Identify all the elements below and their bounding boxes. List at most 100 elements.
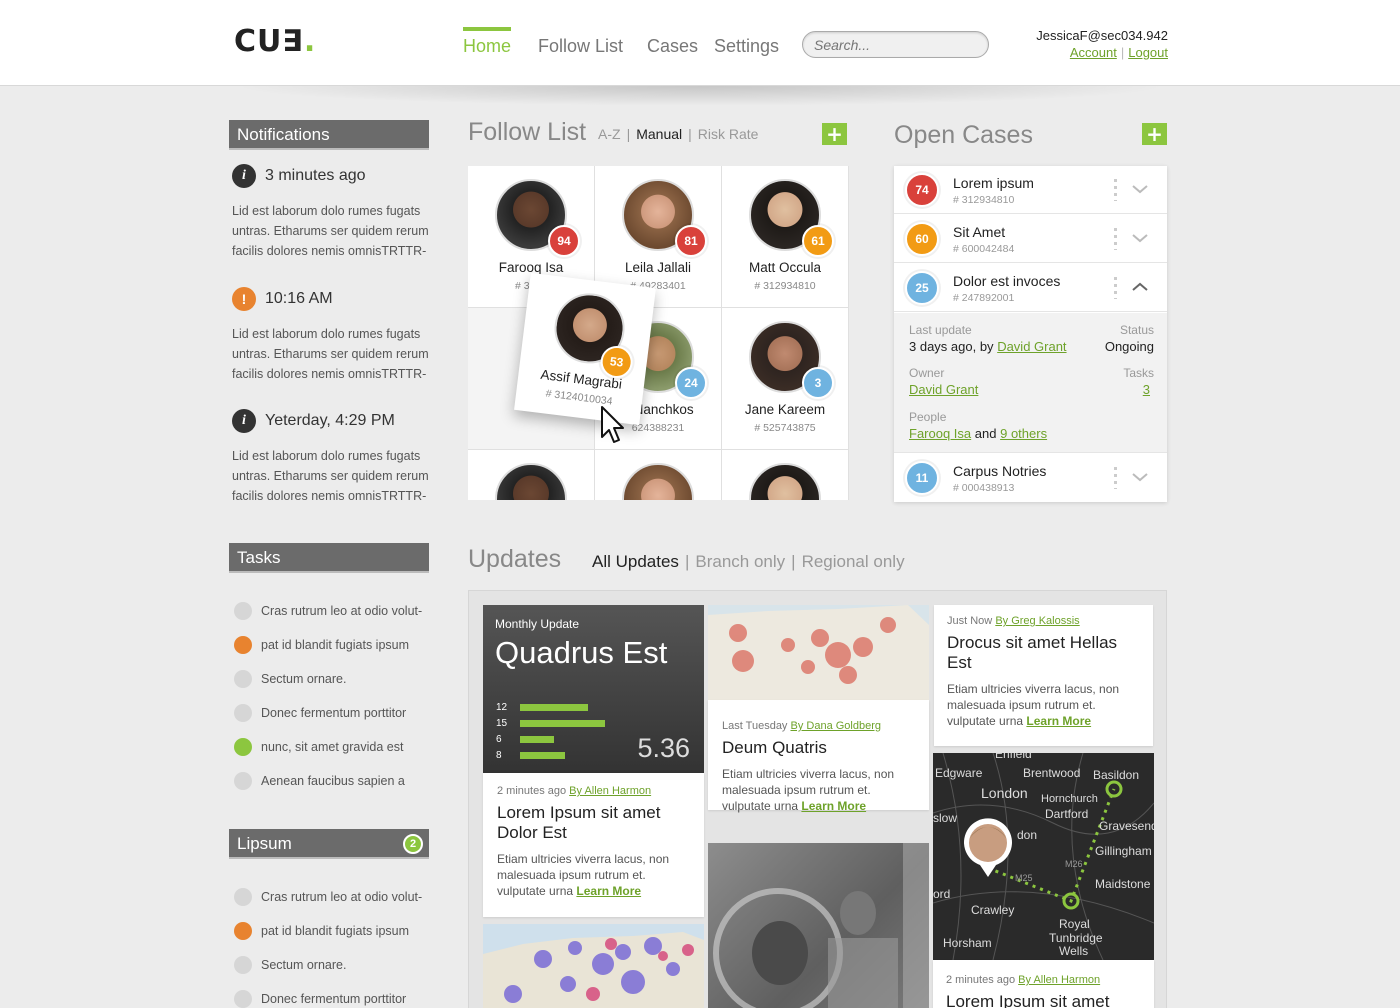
add-follow-button[interactable]: +	[822, 122, 847, 146]
owner-link[interactable]: David Grant	[909, 382, 978, 397]
nav-cases[interactable]: Cases	[647, 36, 698, 57]
notifications-header: Notifications	[229, 120, 429, 150]
top-header: CU∃. Home Follow List Cases Settings Jes…	[0, 0, 1400, 86]
card-title: Drocus sit amet Hellas Est	[947, 633, 1118, 672]
task-item[interactable]: Cras rutrum leo at odio volut-	[234, 602, 422, 620]
sort-manual[interactable]: Manual	[636, 126, 682, 142]
user-email: JessicaF@sec034.942	[1036, 28, 1168, 43]
status-dot	[234, 990, 252, 1008]
filter-branch-only[interactable]: Branch only	[695, 552, 785, 571]
nav-follow-list[interactable]: Follow List	[538, 36, 623, 57]
nav-home[interactable]: Home	[463, 27, 512, 57]
map-label: Dartford	[1045, 807, 1088, 821]
person-card[interactable]: 61 Matt Occula # 312934810	[722, 166, 848, 307]
case-number: # 600042484	[953, 243, 1015, 255]
task-item[interactable]: Donec fermentum porttitor	[234, 704, 406, 722]
route-map-image[interactable]: Edgware Enfield Brentwood Basildon Londo…	[933, 753, 1154, 960]
person-card[interactable]	[722, 450, 848, 500]
bubble-map-image[interactable]	[483, 924, 704, 1008]
task-item[interactable]: nunc, sit amet gravida est	[234, 738, 403, 756]
avatar	[495, 463, 567, 500]
task-item[interactable]: pat id blandit fugiats ipsum	[234, 922, 409, 940]
heat-map-image[interactable]	[708, 605, 929, 700]
filter-all-updates[interactable]: All Updates	[592, 552, 679, 571]
account-link[interactable]: Account	[1070, 45, 1117, 60]
more-options-icon[interactable]	[1114, 228, 1117, 250]
case-row[interactable]: 11 Carpus Notries # 000438913	[894, 454, 1167, 502]
sort-az[interactable]: A-Z	[598, 126, 621, 142]
map-label: Edgware	[935, 766, 983, 780]
filter-regional-only[interactable]: Regional only	[802, 552, 905, 571]
card-meta: 2 minutes ago By Allen Harmon	[497, 785, 652, 797]
author-link[interactable]: By Greg Kalossis	[995, 615, 1079, 627]
person-card[interactable]	[468, 450, 594, 500]
update-card[interactable]: 2 minutes ago By Allen Harmon Lorem Ipsu…	[933, 960, 1154, 1008]
add-case-button[interactable]: +	[1142, 122, 1167, 146]
person-name: Leila Jallali	[624, 260, 692, 275]
status-value: Ongoing	[1104, 339, 1154, 354]
status-dot	[234, 922, 252, 940]
learn-more-link[interactable]: Learn More	[801, 799, 866, 813]
notification-time: i Yeterday, 4:29 PM	[232, 409, 395, 433]
surveillance-image[interactable]	[708, 843, 929, 1008]
person-id: # 312934810	[754, 280, 816, 292]
map-label: Gillingham	[1095, 844, 1152, 858]
case-row-expanded[interactable]: 25 Dolor est invoces # 247892001	[894, 264, 1167, 312]
logo[interactable]: CU∃.	[234, 24, 316, 59]
person-card[interactable]	[595, 450, 721, 500]
sort-risk-rate[interactable]: Risk Rate	[698, 126, 759, 142]
search-input[interactable]	[802, 31, 989, 58]
nav-settings[interactable]: Settings	[714, 36, 779, 57]
map-label: Maidstone	[1095, 877, 1151, 891]
updates-title: Updates	[468, 545, 562, 573]
more-options-icon[interactable]	[1114, 467, 1117, 489]
person-name: Jane Kareem	[744, 402, 826, 417]
status-dot	[234, 956, 252, 974]
logout-link[interactable]: Logout	[1128, 45, 1168, 60]
author-link[interactable]: By Allen Harmon	[1018, 974, 1100, 986]
updates-filter: All Updates | Branch only | Regional only	[592, 552, 905, 571]
monthly-update-card[interactable]: Monthly Update Quadrus Est 12 15 6 8 5.3…	[483, 605, 704, 773]
bar-fill	[520, 736, 554, 743]
task-item[interactable]: Donec fermentum porttitor	[234, 990, 406, 1008]
chevron-down-icon[interactable]	[1131, 180, 1149, 198]
task-item[interactable]: Cras rutrum leo at odio volut-	[234, 888, 422, 906]
task-item[interactable]: pat id blandit fugiats ipsum	[234, 636, 409, 654]
author-link[interactable]: By Allen Harmon	[569, 785, 651, 797]
notification-time: i3 minutes ago	[232, 164, 366, 188]
more-options-icon[interactable]	[1114, 277, 1117, 299]
last-update-label: Last update	[909, 323, 972, 337]
tasks-count-link[interactable]: 3	[1143, 382, 1150, 397]
map-label: Royal	[1059, 917, 1090, 931]
person-link[interactable]: Farooq Isa	[909, 426, 971, 441]
status-dot	[234, 602, 252, 620]
chevron-down-icon[interactable]	[1131, 468, 1149, 486]
card-title: Quadrus Est	[495, 635, 668, 670]
more-options-icon[interactable]	[1114, 179, 1117, 201]
dragged-person-card[interactable]: 53 Assif Magrabi # 3124010034	[514, 272, 656, 426]
avatar	[749, 463, 821, 500]
case-row[interactable]: 74 Lorem ipsum # 312934810	[894, 166, 1167, 214]
task-item[interactable]: Sectum ornare.	[234, 956, 346, 974]
person-card[interactable]: 3 Jane Kareem # 525743875	[722, 308, 848, 449]
update-card[interactable]: Just Now By Greg Kalossis Drocus sit ame…	[934, 605, 1153, 746]
map-label: Crawley	[971, 903, 1014, 917]
author-link[interactable]: By Dana Goldberg	[791, 720, 882, 732]
task-item[interactable]: Aenean faucibus sapien a	[234, 772, 405, 790]
card-text: Etiam ultricies viverra lacus, non males…	[947, 682, 1120, 728]
update-card[interactable]: Last Tuesday By Dana Goldberg Deum Quatr…	[708, 700, 929, 813]
person-name: Matt Occula	[748, 260, 822, 275]
last-update-user-link[interactable]: David Grant	[997, 339, 1066, 354]
others-link[interactable]: 9 others	[1000, 426, 1047, 441]
learn-more-link[interactable]: Learn More	[1026, 714, 1091, 728]
status-dot	[234, 704, 252, 722]
case-row[interactable]: 60 Sit Amet # 600042484	[894, 215, 1167, 263]
task-item[interactable]: Sectum ornare.	[234, 670, 346, 688]
learn-more-link[interactable]: Learn More	[576, 884, 641, 898]
stat-bar: 8	[496, 750, 565, 761]
chevron-down-icon[interactable]	[1131, 229, 1149, 247]
person-id: # 525743875	[754, 422, 816, 434]
update-card[interactable]: 2 minutes ago By Allen Harmon Lorem Ipsu…	[483, 773, 704, 917]
chevron-up-icon[interactable]	[1131, 278, 1149, 296]
user-panel: JessicaF@sec034.942 Account | Logout	[1036, 28, 1168, 60]
